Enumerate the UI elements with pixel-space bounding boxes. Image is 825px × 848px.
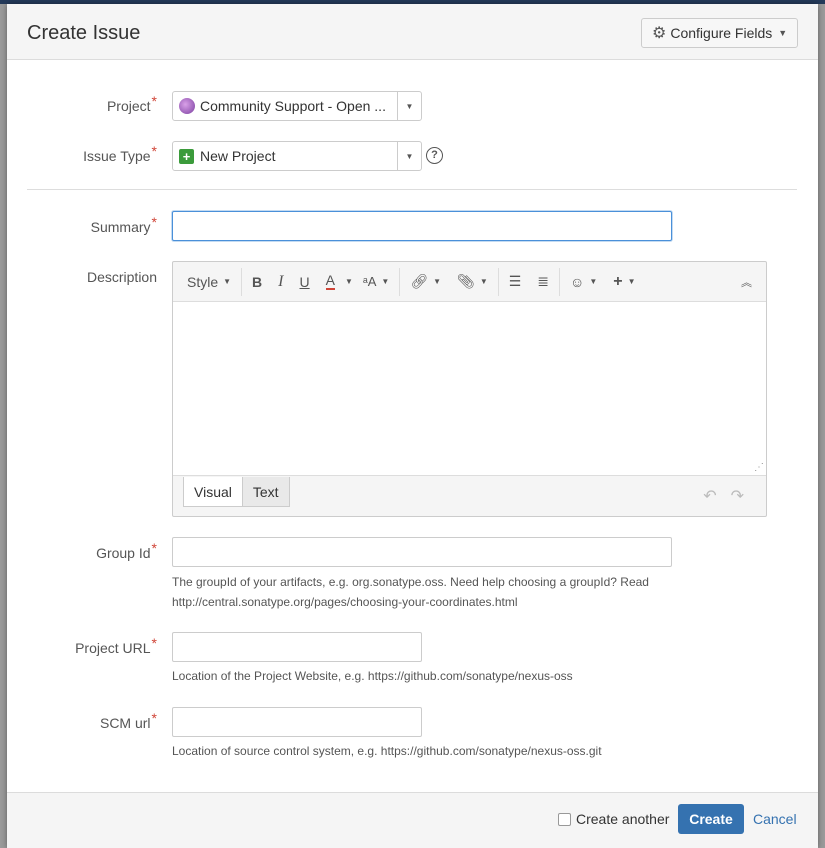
editor-mode-tabs: Visual Text [183,477,290,507]
scm-url-hint: Location of source control system, e.g. … [172,744,602,758]
required-marker: * [151,214,157,230]
chevron-down-icon: ▼ [589,277,598,286]
toolbar-separator [241,267,243,296]
editor-toolbar: Style ▼ B I U A ▼ ᵃA ▼ 🔗︎ ▼ 📎︎ ▼ ☰ ≣ ☺ ▼ + ▼ ︽ [173,262,766,302]
text-format-icon: ᵃA [362,274,377,289]
cancel-link[interactable]: Cancel [753,811,797,827]
background-right-edge [818,4,825,848]
dialog-header: Create Issue ⚙ Configure Fields ▼ [7,4,818,60]
toolbar-separator [559,267,561,296]
toolbar-separator [497,267,499,296]
group-id-label: Group Id* [96,540,157,561]
chevron-down-icon[interactable]: ▼ [397,142,421,170]
emoticon-button[interactable]: ☺ ▼ [562,269,605,295]
italic-button[interactable]: I [270,269,291,295]
create-another-label: Create another [576,811,670,827]
numbered-list-icon: ≣ [537,273,550,289]
dialog-footer: Create another Create Cancel [7,792,818,848]
chevron-down-icon: ▼ [778,28,788,38]
group-id-input[interactable] [172,537,672,567]
configure-fields-button[interactable]: ⚙ Configure Fields ▼ [641,18,798,48]
chevron-down-icon: ▼ [433,277,442,286]
plus-icon: + [613,272,623,290]
style-dropdown[interactable]: Style ▼ [179,269,239,295]
project-label: Project* [106,93,157,114]
description-text-area[interactable]: ⋰ [173,302,766,476]
chevron-down-icon: ▼ [223,277,232,286]
link-button[interactable]: 🔗︎ ▼ [402,269,449,295]
chevron-down-icon: ▼ [344,277,353,286]
undo-icon[interactable]: ↶ [703,486,716,506]
chevron-down-icon: ▼ [627,277,636,286]
attachment-button[interactable]: 📎︎ ▼ [449,269,496,295]
issue-type-label: Issue Type* [83,143,157,164]
chevron-down-icon[interactable]: ▼ [397,92,421,120]
collapse-toolbar-button[interactable]: ︽ [733,269,760,295]
help-icon[interactable]: ? [426,147,443,164]
background-left-edge [0,4,7,848]
section-divider [27,189,797,190]
project-select-value: Community Support - Open ... [200,98,386,114]
text-color-button[interactable]: A [318,269,343,295]
text-color-dropdown[interactable]: ▼ [343,269,355,295]
toolbar-separator [399,267,401,296]
attachment-icon: 📎︎ [457,273,475,289]
tab-text[interactable]: Text [242,477,290,507]
chevron-down-icon: ▼ [381,277,390,286]
required-marker: * [151,540,157,556]
chevron-down-icon: ▼ [479,277,488,286]
numbered-list-button[interactable]: ≣ [529,269,557,295]
tab-visual[interactable]: Visual [183,477,243,507]
group-id-hint: The groupId of your artifacts, e.g. org.… [172,575,649,609]
create-another-checkbox[interactable] [558,812,571,826]
required-marker: * [151,143,157,159]
redo-icon[interactable]: ↷ [731,486,744,506]
more-formatting-button[interactable]: ᵃA ▼ [355,269,397,295]
link-icon: 🔗︎ [410,273,429,289]
summary-input[interactable] [172,211,672,241]
resize-grip-icon[interactable]: ⋰ [754,462,764,473]
project-avatar-icon [179,98,195,114]
create-button[interactable]: Create [678,804,744,834]
summary-label: Summary* [90,214,157,235]
undo-redo-controls: ↶ ↷ [703,486,744,506]
create-issue-dialog: Create Issue ⚙ Configure Fields ▼ Projec… [7,4,818,848]
gear-icon: ⚙ [652,25,667,42]
scm-url-label: SCM url* [99,710,157,731]
configure-fields-label: Configure Fields [670,25,773,41]
project-url-input[interactable] [172,632,422,662]
project-url-label: Project URL* [75,635,157,656]
emoticon-icon: ☺ [570,273,585,290]
description-editor: Style ▼ B I U A ▼ ᵃA ▼ 🔗︎ ▼ 📎︎ ▼ ☰ ≣ ☺ ▼ + ▼ ︽… [172,261,767,517]
insert-more-button[interactable]: + ▼ [605,269,643,295]
issue-type-select[interactable]: + New Project ▼ [172,141,422,171]
issue-type-select-value: New Project [200,148,276,164]
create-another-option[interactable]: Create another [558,811,669,827]
underline-button[interactable]: U [292,269,318,295]
double-chevron-up-icon: ︽ [741,276,752,289]
bold-button[interactable]: B [244,269,270,295]
required-marker: * [151,93,157,109]
bullet-list-icon: ☰ [508,273,522,289]
required-marker: * [151,710,157,726]
required-marker: * [151,635,157,651]
scm-url-input[interactable] [172,707,422,737]
project-url-hint: Location of the Project Website, e.g. ht… [172,669,573,683]
bullet-list-button[interactable]: ☰ [501,269,530,295]
project-select[interactable]: Community Support - Open ... ▼ [172,91,422,121]
new-project-icon: + [179,148,194,164]
description-label: Description [86,269,157,285]
dialog-title: Create Issue [27,22,141,44]
